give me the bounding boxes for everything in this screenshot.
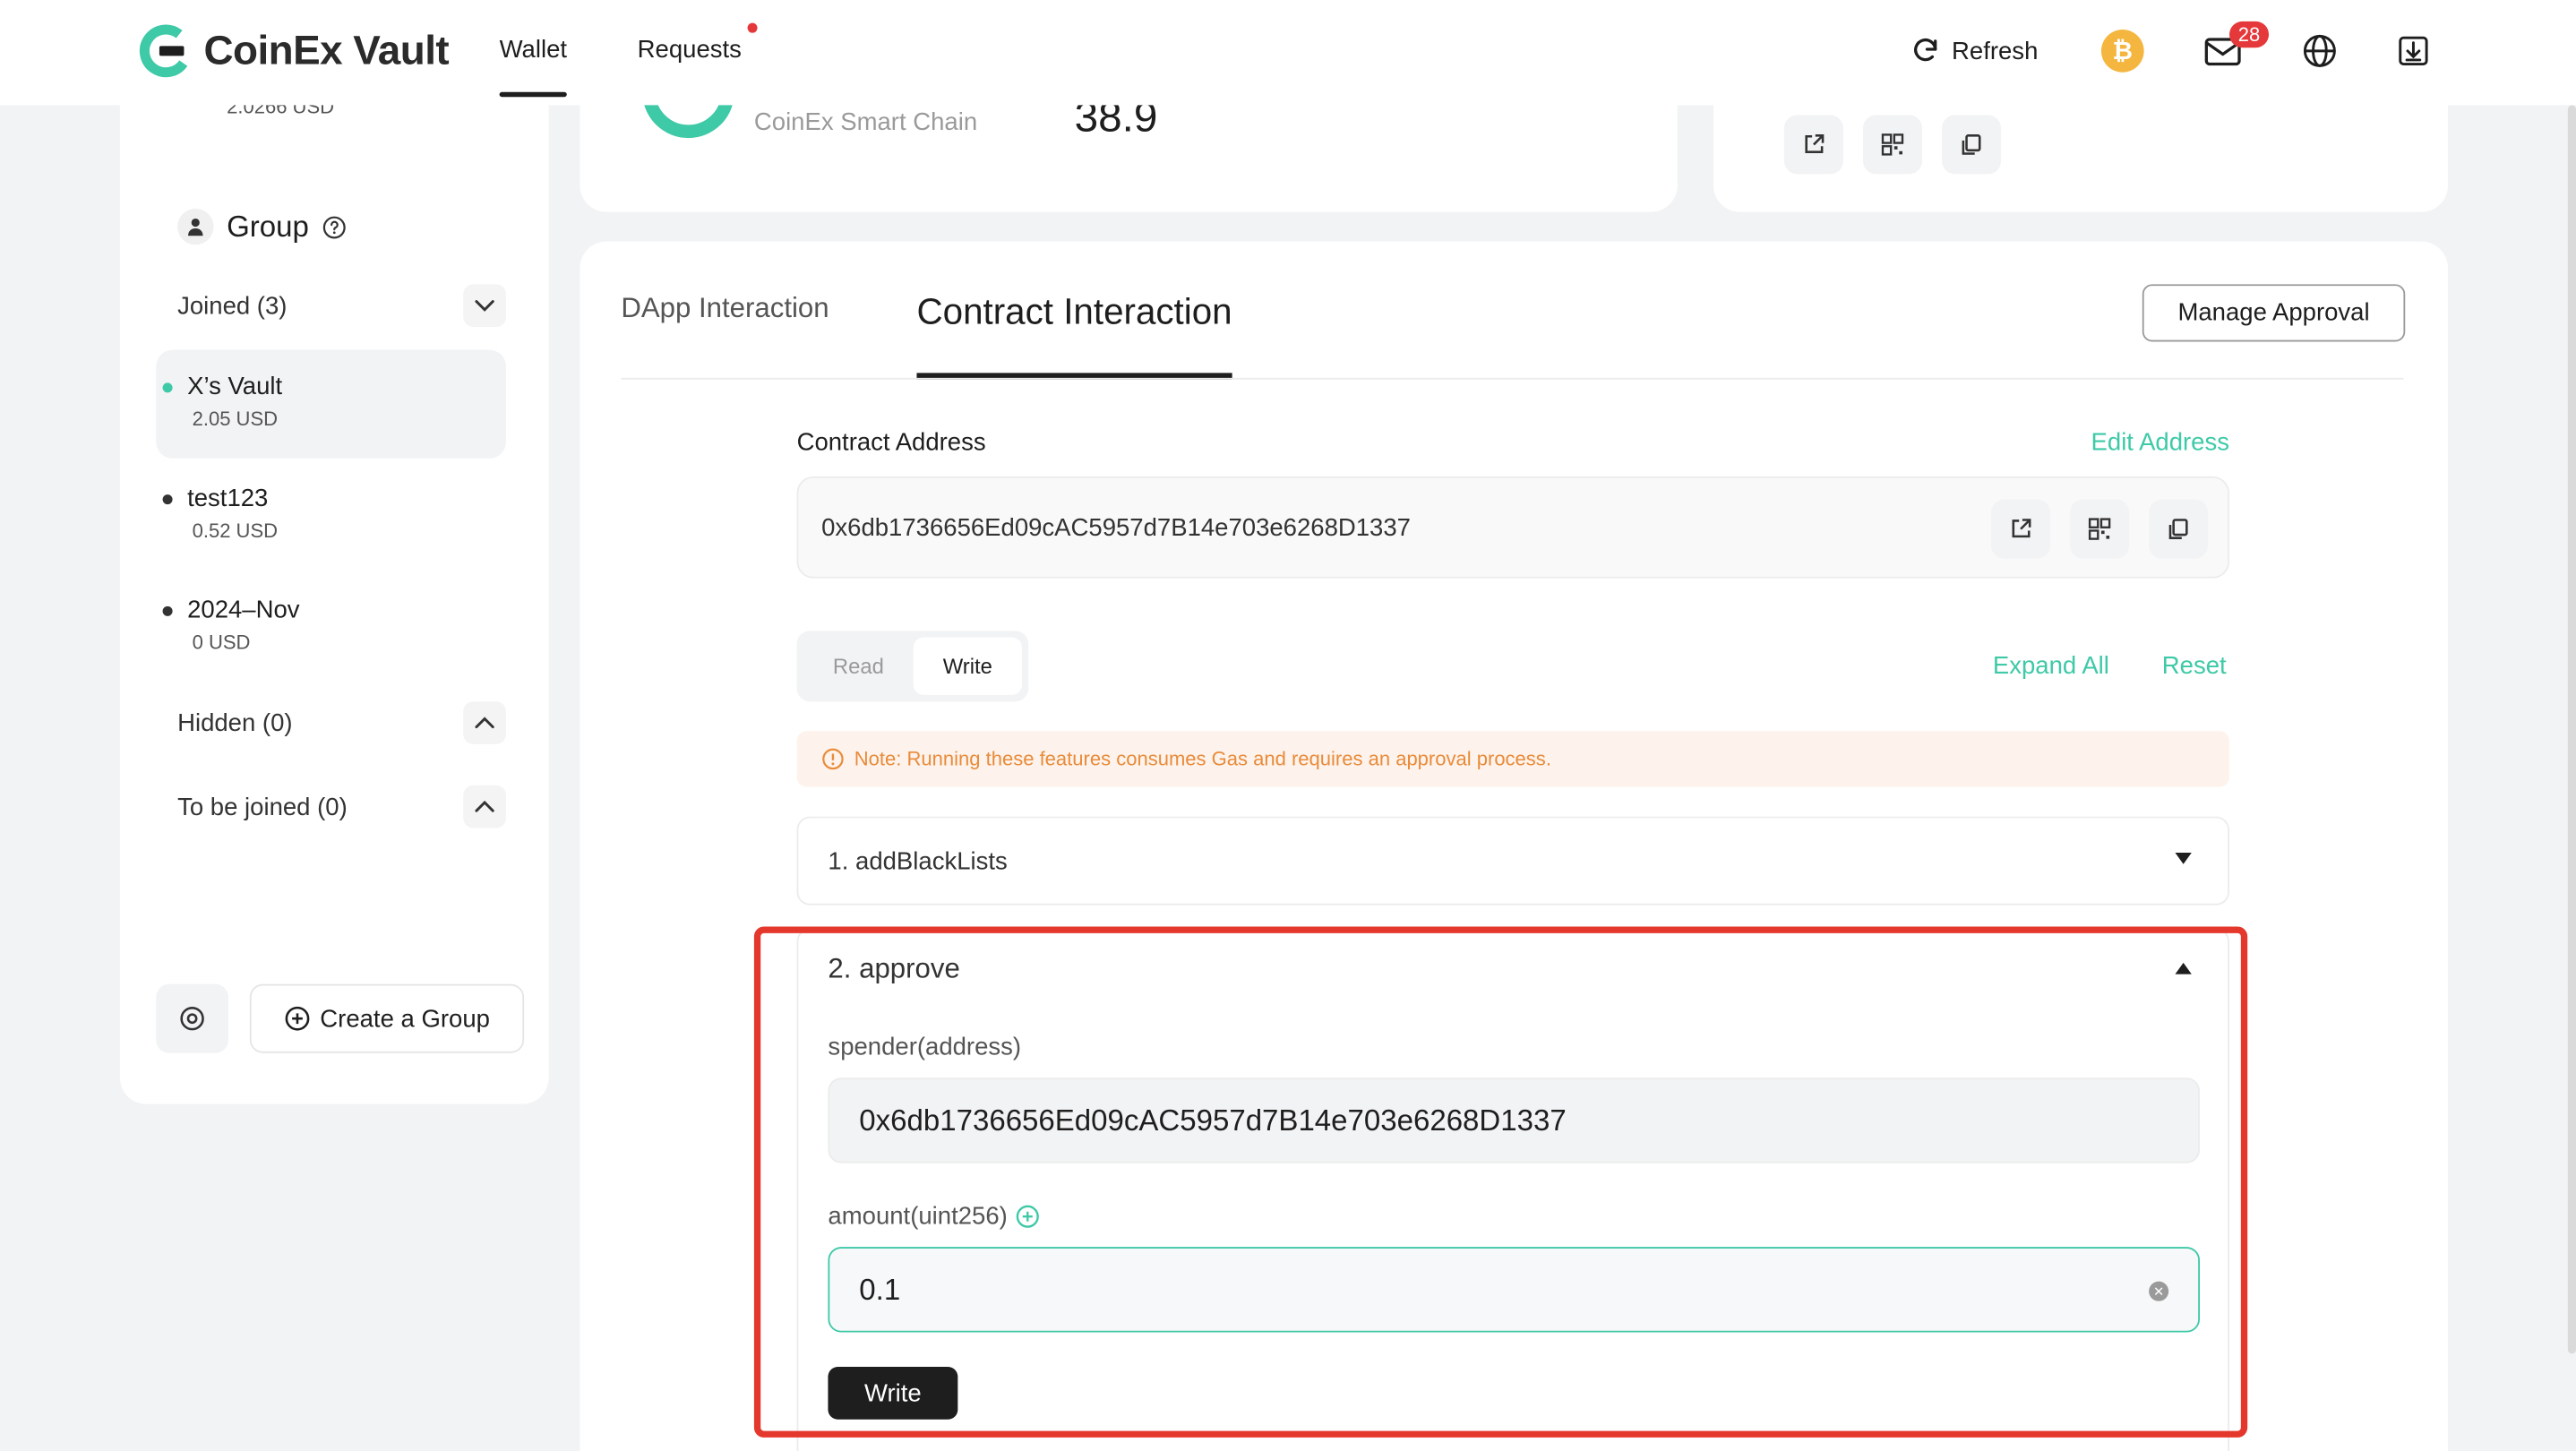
copy-icon: [1962, 134, 1981, 155]
settings-icon: [180, 1006, 204, 1031]
mail-count-badge: 28: [2229, 21, 2270, 48]
coinex-vault-logo[interactable]: CoinEx Vault: [138, 23, 450, 79]
gas-note-text: Note: Running these features consumes Ga…: [854, 747, 1551, 771]
tab-dapp-interaction[interactable]: DApp Interaction: [621, 292, 829, 325]
write-tab[interactable]: Write: [913, 637, 1022, 695]
spender-input[interactable]: [828, 1078, 2200, 1163]
create-group-label: Create a Group: [320, 1004, 490, 1033]
chain-name: CoinEx Smart Chain: [753, 108, 978, 137]
caret-down-icon: [2175, 852, 2192, 864]
vault-usd: 2.05 USD: [192, 407, 279, 431]
tabs-divider: [621, 377, 2404, 380]
vault-status-dot: [162, 494, 173, 504]
person-icon: [177, 208, 214, 245]
function-title: 1. addBlackLists: [828, 847, 1008, 876]
refresh-button[interactable]: Refresh: [1909, 35, 2038, 68]
tab-contract-interaction[interactable]: Contract Interaction: [916, 291, 1232, 380]
vault-status-dot: [162, 382, 173, 392]
function-title[interactable]: 2. approve: [828, 953, 959, 986]
to-be-joined-label: To be joined (0): [177, 793, 348, 821]
contract-address-label: Contract Address: [796, 428, 986, 457]
info-icon: [822, 748, 844, 770]
vault-sidebar: 2.0266 USD Group Joined (3) X’s Vault 2.…: [119, 65, 549, 1104]
manage-approval-button[interactable]: Manage Approval: [2142, 284, 2406, 342]
vault-item[interactable]: test123 0.52 USD: [156, 461, 506, 570]
amount-input[interactable]: [828, 1247, 2200, 1333]
vault-name: 2024–Nov: [187, 596, 300, 624]
read-write-toggle: Read Write: [796, 631, 1029, 702]
help-icon[interactable]: [322, 214, 348, 239]
qr-code-icon: [1881, 133, 1904, 156]
chevron-up-icon[interactable]: [463, 785, 506, 829]
create-group-button[interactable]: Create a Group: [249, 983, 525, 1053]
qr-code-icon: [2088, 518, 2111, 540]
bitcoin-icon[interactable]: ₿: [2100, 30, 2144, 73]
function-approve: 2. approve spender(address) amount(uint2…: [796, 928, 2230, 1451]
coinex-logo-icon: [139, 24, 193, 78]
reset-link[interactable]: Reset: [2162, 652, 2227, 680]
download-icon[interactable]: [2395, 33, 2431, 69]
plus-circle-icon: [285, 1006, 310, 1031]
vault-usd: 0.52 USD: [192, 519, 279, 543]
read-tab[interactable]: Read: [803, 638, 914, 695]
scrollbar-thumb[interactable]: [2567, 105, 2576, 1354]
caret-up-icon[interactable]: [2175, 962, 2192, 974]
copy-icon: [2168, 519, 2188, 539]
spender-label: spender(address): [828, 1033, 1022, 1061]
joined-section-header[interactable]: Joined (3): [177, 284, 506, 328]
to-be-joined-section-header[interactable]: To be joined (0): [177, 785, 506, 829]
logo-text: CoinEx Vault: [203, 27, 450, 73]
group-heading: Group: [177, 208, 348, 245]
chevron-down-icon[interactable]: [463, 284, 506, 328]
external-link-icon: [2012, 519, 2031, 538]
copy-button[interactable]: [2149, 499, 2209, 559]
vault-status-dot: [162, 605, 173, 615]
copy-button[interactable]: [1942, 115, 2002, 175]
group-settings-button[interactable]: [156, 983, 228, 1053]
vault-name: test123: [187, 485, 269, 513]
requests-notification-dot: [747, 22, 758, 33]
contract-address-value: 0x6db1736656Ed09cAC5957d7B14e703e6268D13…: [821, 514, 1411, 543]
hidden-section-header[interactable]: Hidden (0): [177, 701, 506, 744]
group-title: Group: [227, 209, 309, 243]
refresh-icon: [1914, 38, 1937, 62]
open-external-button[interactable]: [1991, 499, 2051, 559]
vault-name: X’s Vault: [187, 373, 283, 401]
contract-address-box: 0x6db1736656Ed09cAC5957d7B14e703e6268D13…: [796, 476, 2230, 579]
vault-usd: 0 USD: [192, 631, 251, 655]
vault-item[interactable]: X’s Vault 2.05 USD: [156, 349, 506, 459]
nav-wallet[interactable]: Wallet: [499, 36, 568, 98]
open-external-button[interactable]: [1783, 115, 1843, 175]
refresh-label: Refresh: [1952, 37, 2039, 65]
amount-label-row: amount(uint256): [828, 1203, 1040, 1231]
joined-label: Joined (3): [177, 291, 288, 320]
chevron-up-icon[interactable]: [463, 701, 506, 744]
edit-address-link[interactable]: Edit Address: [2091, 429, 2229, 457]
top-header: CoinEx Vault Wallet Requests Refresh ₿ 2…: [0, 0, 2576, 106]
qr-code-button[interactable]: [1862, 115, 1923, 175]
hidden-label: Hidden (0): [177, 708, 293, 737]
gas-note: Note: Running these features consumes Ga…: [796, 731, 2230, 787]
external-link-icon: [1805, 134, 1825, 153]
function-addblacklists[interactable]: 1. addBlackLists: [796, 816, 2230, 906]
vault-item[interactable]: 2024–Nov 0 USD: [156, 573, 506, 682]
nav-requests[interactable]: Requests: [638, 36, 742, 64]
amount-label: amount(uint256): [828, 1202, 1008, 1231]
clear-icon[interactable]: ✕: [2149, 1281, 2169, 1301]
add-circle-icon[interactable]: [1016, 1204, 1041, 1229]
contract-panel: DApp Interaction Contract Interaction Ma…: [580, 241, 2448, 1451]
qr-code-button[interactable]: [2070, 499, 2130, 559]
expand-all-link[interactable]: Expand All: [1993, 652, 2109, 680]
globe-icon[interactable]: [2302, 33, 2338, 69]
write-button[interactable]: Write: [828, 1367, 958, 1420]
